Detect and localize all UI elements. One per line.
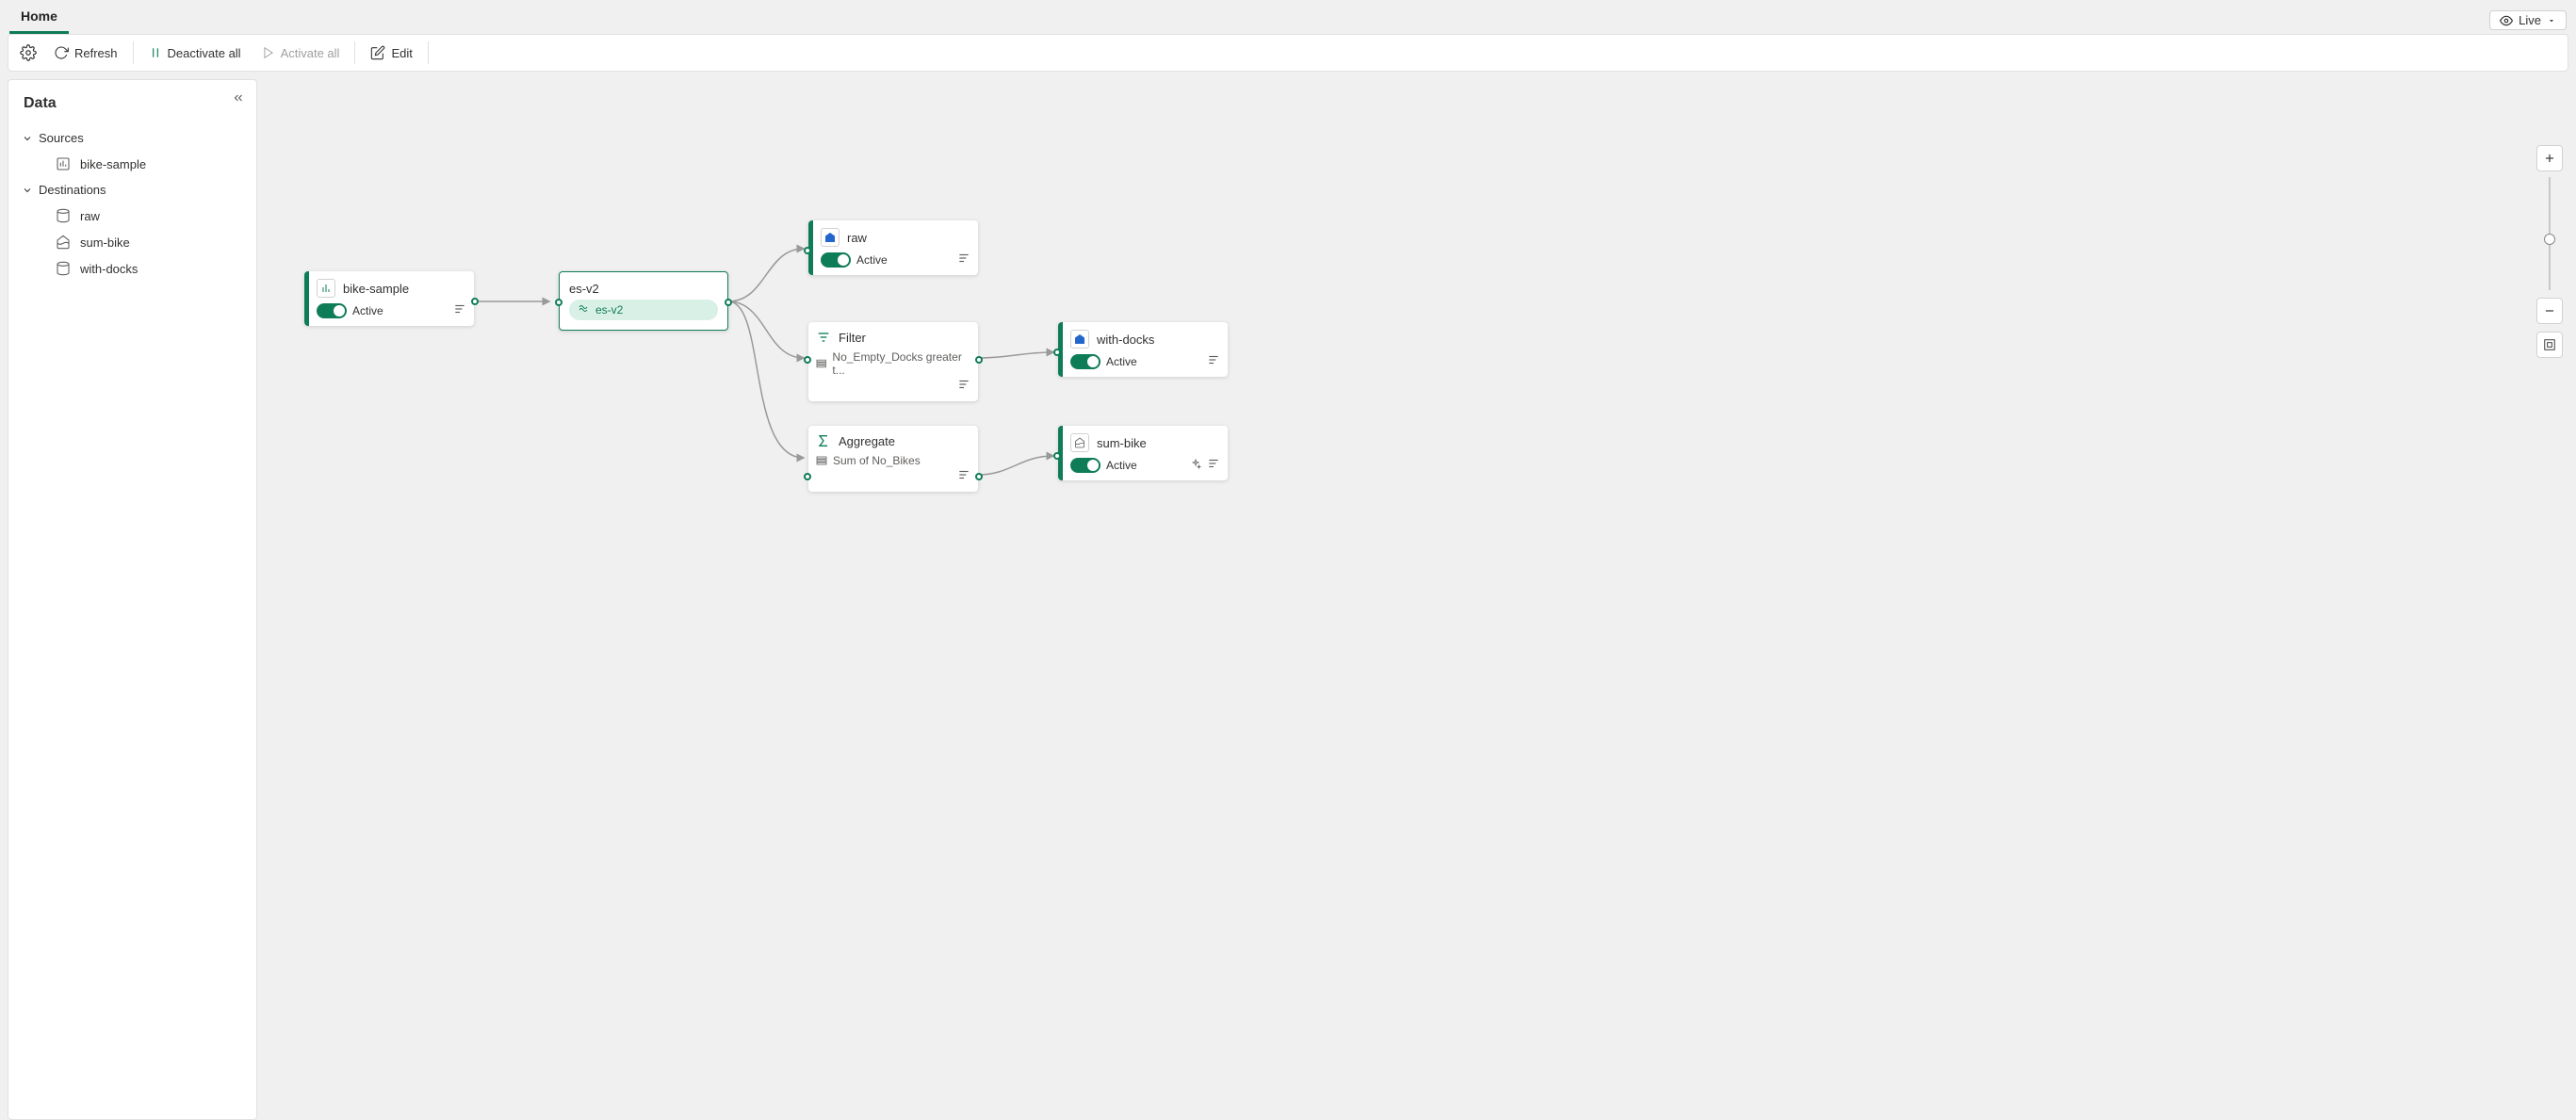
zoom-slider[interactable] (2549, 177, 2551, 290)
fit-view-button[interactable] (2536, 332, 2563, 358)
node-menu-icon[interactable] (1207, 353, 1220, 369)
node-with-docks[interactable]: with-docks Active (1058, 322, 1228, 377)
destination-raw[interactable]: raw (8, 203, 256, 229)
zoom-in-button[interactable] (2536, 145, 2563, 171)
active-toggle[interactable] (317, 303, 347, 318)
data-sidebar: Data Sources bike-sample Destinations ra… (8, 79, 257, 1120)
node-menu-icon[interactable] (1207, 457, 1220, 473)
pause-icon (149, 46, 162, 59)
separator (354, 41, 355, 64)
input-port[interactable] (1053, 452, 1061, 460)
node-es-v2[interactable]: es-v2 es-v2 (559, 271, 728, 331)
node-aggregate[interactable]: Aggregate Sum of No_Bikes (808, 426, 978, 492)
lakehouse-icon (56, 235, 71, 250)
node-detail: Sum of No_Bikes (833, 454, 921, 467)
schema-icon (816, 455, 827, 466)
node-title: bike-sample (343, 282, 409, 296)
node-title: Aggregate (839, 434, 895, 448)
active-toggle[interactable] (1070, 354, 1101, 369)
sources-group[interactable]: Sources (8, 125, 256, 151)
deactivate-all-button[interactable]: Deactivate all (139, 41, 251, 66)
destination-with-docks[interactable]: with-docks (8, 255, 256, 282)
node-bike-sample[interactable]: bike-sample Active (304, 271, 474, 326)
schema-icon (816, 358, 826, 369)
database-icon (56, 208, 71, 223)
chevron-down-icon (22, 185, 33, 196)
node-menu-icon[interactable] (453, 302, 466, 318)
barchart-icon (317, 279, 335, 298)
filter-icon (816, 330, 831, 345)
eventstream-chip: es-v2 (569, 300, 718, 320)
chevron-down-icon (22, 133, 33, 144)
node-detail: No_Empty_Docks greater t... (832, 350, 970, 377)
active-toggle[interactable] (821, 252, 851, 268)
input-port[interactable] (1053, 349, 1061, 356)
sidebar-title: Data (8, 88, 256, 125)
live-dropdown[interactable]: Live (2489, 10, 2567, 30)
node-title: sum-bike (1097, 436, 1147, 450)
refresh-icon (54, 45, 69, 60)
node-title: raw (847, 231, 867, 245)
diagram-canvas[interactable]: bike-sample Active es-v2 (257, 79, 2576, 1120)
node-menu-icon[interactable] (957, 468, 970, 484)
active-toggle[interactable] (1070, 458, 1101, 473)
node-title: Filter (839, 331, 866, 345)
edit-button[interactable]: Edit (361, 40, 421, 66)
node-menu-icon[interactable] (957, 378, 970, 394)
gear-icon (20, 44, 37, 61)
input-port[interactable] (804, 356, 811, 364)
eye-icon (2500, 14, 2513, 27)
toolbar: Refresh Deactivate all Activate all Edit (8, 34, 2568, 72)
source-bike-sample[interactable]: bike-sample (8, 151, 256, 177)
lakehouse-icon (1070, 433, 1089, 452)
sigma-icon (816, 433, 831, 448)
destination-sum-bike[interactable]: sum-bike (8, 229, 256, 255)
node-title: with-docks (1097, 333, 1154, 347)
node-sum-bike[interactable]: sum-bike Active (1058, 426, 1228, 480)
chevron-down-icon (2547, 16, 2556, 25)
minus-icon (2543, 304, 2556, 317)
fit-icon (2543, 338, 2556, 351)
output-port[interactable] (471, 298, 479, 305)
refresh-button[interactable]: Refresh (44, 40, 127, 66)
chevron-double-left-icon (232, 91, 245, 105)
node-raw[interactable]: raw Active (808, 220, 978, 275)
database-icon (56, 261, 71, 276)
live-label: Live (2519, 13, 2541, 27)
zoom-out-button[interactable] (2536, 298, 2563, 324)
eventhouse-icon (821, 228, 840, 247)
eventhouse-icon (1070, 330, 1089, 349)
status-label: Active (352, 304, 383, 317)
zoom-slider-thumb[interactable] (2544, 234, 2555, 245)
status-label: Active (1106, 355, 1137, 368)
edit-icon (370, 45, 385, 60)
input-port[interactable] (804, 247, 811, 254)
destinations-group[interactable]: Destinations (8, 177, 256, 203)
barchart-icon (56, 156, 71, 171)
output-port[interactable] (725, 299, 732, 306)
separator (133, 41, 134, 64)
input-port[interactable] (555, 299, 562, 306)
node-title: es-v2 (569, 282, 718, 296)
activate-all-button: Activate all (253, 41, 350, 66)
sparkle-icon (1190, 459, 1201, 473)
stream-icon (579, 304, 590, 316)
plus-icon (2543, 152, 2556, 165)
play-icon (262, 46, 275, 59)
status-label: Active (1106, 459, 1137, 472)
separator (428, 41, 429, 64)
output-port[interactable] (975, 473, 983, 480)
status-label: Active (856, 253, 888, 267)
collapse-sidebar-button[interactable] (232, 91, 245, 107)
node-menu-icon[interactable] (957, 252, 970, 268)
settings-button[interactable] (14, 39, 42, 67)
tab-home[interactable]: Home (9, 3, 69, 34)
output-port[interactable] (975, 356, 983, 364)
input-port[interactable] (804, 473, 811, 480)
node-filter[interactable]: Filter No_Empty_Docks greater t... (808, 322, 978, 401)
